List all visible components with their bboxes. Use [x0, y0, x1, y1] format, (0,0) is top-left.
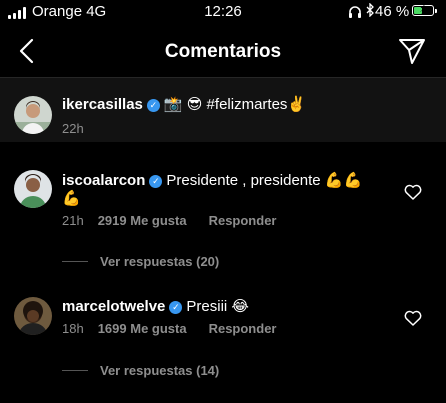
battery-percent: 46 %	[375, 3, 410, 20]
comment-meta: 21h 2919 Me gusta Responder	[62, 213, 276, 228]
status-bar: Orange 4G 12:26 46 % ⚡	[0, 0, 446, 24]
caption-time: 22h	[62, 121, 84, 136]
comment-text: Presiii 😂	[186, 298, 249, 315]
username[interactable]: marcelotwelve	[62, 298, 165, 315]
reply-button[interactable]: Responder	[209, 213, 277, 228]
verified-badge-icon: ✓	[146, 99, 160, 112]
username[interactable]: ikercasillas	[62, 96, 143, 113]
view-replies-button[interactable]: Ver respuestas (20)	[62, 254, 219, 270]
avatar[interactable]	[14, 170, 52, 208]
comment-meta: 18h 1699 Me gusta Responder	[62, 321, 276, 336]
username[interactable]: iscoalarcon	[62, 172, 145, 189]
navigation-header: Comentarios	[0, 30, 446, 74]
reply-button[interactable]: Responder	[209, 321, 277, 336]
view-replies-label: Ver respuestas (14)	[100, 363, 220, 378]
thread-line	[62, 261, 88, 262]
like-count[interactable]: 1699 Me gusta	[98, 321, 187, 336]
view-replies-label: Ver respuestas (20)	[100, 254, 220, 269]
page-title: Comentarios	[164, 41, 282, 62]
bluetooth-icon	[366, 2, 374, 20]
comment-line: marcelotwelve ✓ Presiii 😂	[62, 297, 249, 315]
comment-time: 21h	[62, 213, 84, 228]
verified-badge-icon: ✓	[149, 175, 163, 188]
paper-plane-icon[interactable]	[397, 36, 427, 66]
comment-text: Presidente , presidente 💪💪	[166, 172, 363, 189]
verified-badge-icon: ✓	[169, 301, 183, 314]
avatar[interactable]	[14, 96, 52, 134]
comment-text: 📸 😎 #felizmartes✌️	[163, 96, 307, 113]
battery-icon: ⚡	[412, 3, 437, 16]
thread-line	[62, 370, 88, 371]
comment-time: 18h	[62, 321, 84, 336]
headphones-icon	[348, 5, 362, 22]
heart-icon[interactable]	[404, 184, 422, 200]
like-count[interactable]: 2919 Me gusta	[98, 213, 187, 228]
avatar[interactable]	[14, 297, 52, 335]
comment-text-continued: 💪	[62, 190, 81, 207]
view-replies-button[interactable]: Ver respuestas (14)	[62, 363, 219, 379]
heart-icon[interactable]	[404, 310, 422, 326]
comment-line: iscoalarcon ✓ Presidente , presidente 💪💪	[62, 171, 362, 189]
caption-text: ikercasillas ✓ 📸 😎 #felizmartes✌️	[62, 95, 306, 113]
post-caption: ikercasillas ✓ 📸 😎 #felizmartes✌️ 22h	[0, 78, 446, 142]
